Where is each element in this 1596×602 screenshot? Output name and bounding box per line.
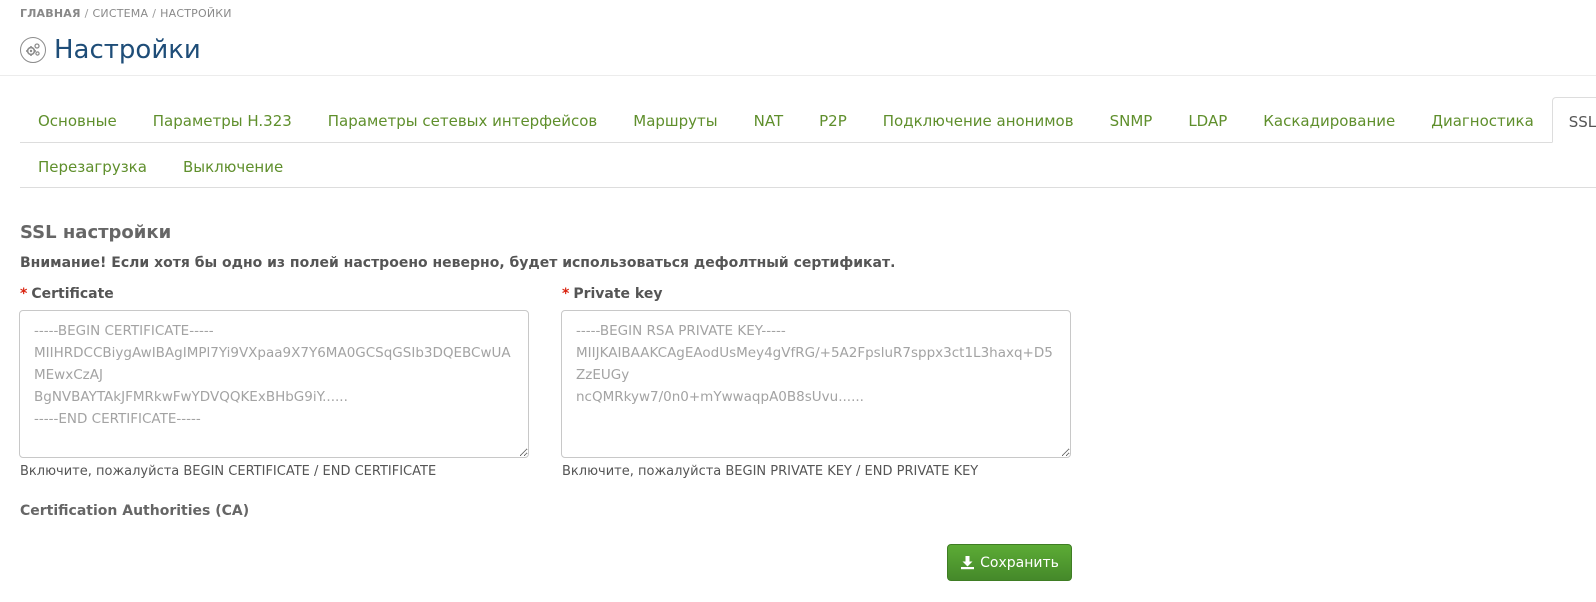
save-button-label: Сохранить <box>980 554 1059 571</box>
download-icon <box>960 555 975 570</box>
breadcrumb: ГЛАВНАЯ / СИСТЕМА / НАСТРОЙКИ <box>20 7 232 20</box>
tab-diagnostics[interactable]: Диагностика <box>1413 97 1552 143</box>
tab-routes[interactable]: Маршруты <box>615 97 735 143</box>
certificate-label: * Certificate <box>20 286 114 302</box>
tab-ssl[interactable]: SSL <box>1551 97 1596 143</box>
page-title: Настройки <box>54 35 201 65</box>
tab-row: Перезагрузка Выключение <box>20 143 301 189</box>
tab-ldap[interactable]: LDAP <box>1170 97 1245 143</box>
header-divider <box>0 75 1596 76</box>
certificate-help: Включите, пожалуйста BEGIN CERTIFICATE /… <box>20 464 437 479</box>
tab-shutdown[interactable]: Выключение <box>165 143 301 189</box>
required-mark: * <box>20 286 28 302</box>
private-key-textarea[interactable] <box>561 310 1071 458</box>
tab-anonymous[interactable]: Подключение анонимов <box>865 97 1092 143</box>
private-key-label-text: Private key <box>573 286 663 302</box>
settings-gears-icon <box>20 37 46 63</box>
save-button[interactable]: Сохранить <box>947 544 1072 581</box>
breadcrumb-separator: / <box>84 7 89 20</box>
tab-network-interfaces[interactable]: Параметры сетевых интерфейсов <box>310 97 615 143</box>
tab-p2p[interactable]: P2P <box>801 97 865 143</box>
tab-row: Основные Параметры H.323 Параметры сетев… <box>20 97 1596 143</box>
private-key-label: * Private key <box>562 286 662 302</box>
tab-nat[interactable]: NAT <box>736 97 801 143</box>
tab-reboot[interactable]: Перезагрузка <box>20 143 165 189</box>
breadcrumb-current: НАСТРОЙКИ <box>160 7 232 20</box>
tab-general[interactable]: Основные <box>20 97 135 143</box>
section-title: SSL настройки <box>20 222 172 243</box>
private-key-help: Включите, пожалуйста BEGIN PRIVATE KEY /… <box>562 464 979 479</box>
breadcrumb-home[interactable]: ГЛАВНАЯ <box>20 7 81 20</box>
certificate-textarea[interactable] <box>19 310 529 458</box>
warning-text: Внимание! Если хотя бы одно из полей нас… <box>20 255 896 271</box>
breadcrumb-system[interactable]: СИСТЕМА <box>93 7 149 20</box>
tab-h323[interactable]: Параметры H.323 <box>135 97 310 143</box>
breadcrumb-separator: / <box>152 7 157 20</box>
page-header: Настройки <box>20 35 201 65</box>
tab-cascading[interactable]: Каскадирование <box>1245 97 1413 143</box>
tab-snmp[interactable]: SNMP <box>1092 97 1171 143</box>
certificate-label-text: Certificate <box>31 286 114 302</box>
required-mark: * <box>562 286 570 302</box>
ca-label: Certification Authorities (CA) <box>20 503 250 519</box>
